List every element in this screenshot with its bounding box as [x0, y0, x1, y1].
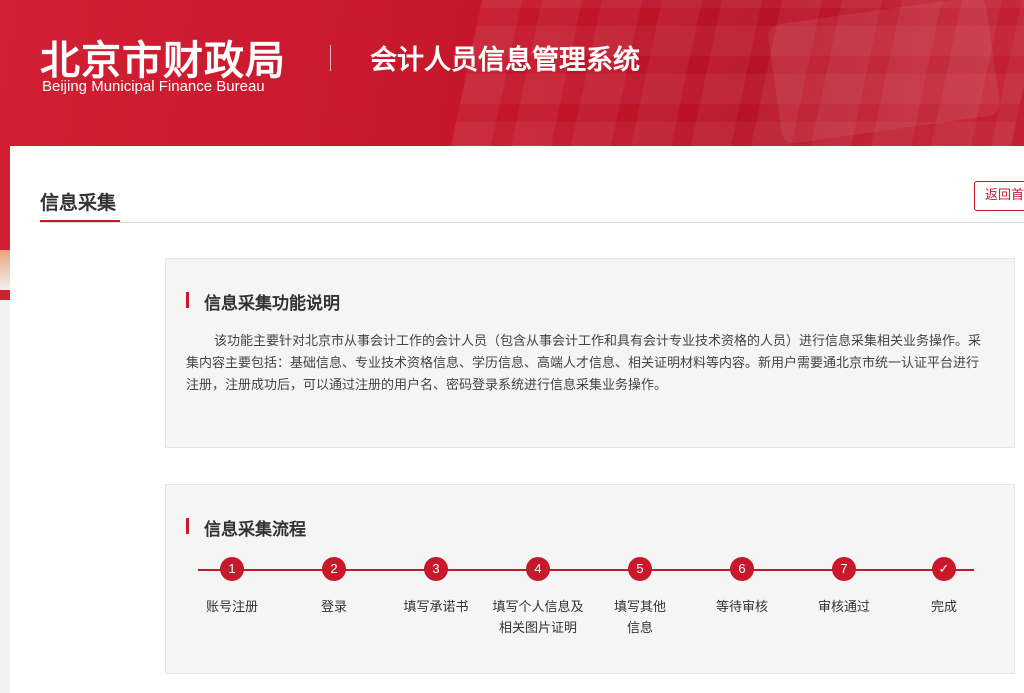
header-divider [330, 45, 331, 71]
title-divider [40, 222, 1024, 223]
checkmark-icon: ✓ [932, 557, 956, 581]
intro-card: 信息采集功能说明 该功能主要针对北京市从事会计工作的会计人员（包含从事会计工作和… [165, 258, 1015, 448]
intro-heading: 信息采集功能说明 [186, 289, 340, 314]
step-label: 完成 [930, 600, 957, 615]
page-title: 信息采集 [40, 192, 117, 214]
step-number: 7 [832, 557, 856, 581]
step-number: 6 [730, 557, 754, 581]
step-number: 5 [628, 557, 652, 581]
system-title: 会计人员信息管理系统 [370, 45, 640, 76]
main-panel: 信息采集 返回首 信息采集功能说明 该功能主要针对北京市从事会计工作的会计人员（… [10, 146, 1024, 693]
process-heading: 信息采集流程 [186, 515, 306, 540]
intro-text: 该功能主要针对北京市从事会计工作的会计人员（包含从事会计工作和具有会计专业技术资… [186, 334, 982, 393]
process-card: 信息采集流程 1 账号注册 2 登录 3 填写承诺书 4 填写个人信息及 相关图… [165, 484, 1015, 674]
step-number: 4 [526, 557, 550, 581]
step-complete: ✓ 完成 [884, 557, 1004, 618]
logo-english: Beijing Municipal Finance Bureau [42, 78, 265, 95]
step-number: 2 [322, 557, 346, 581]
step-number: 1 [220, 557, 244, 581]
step-number: 3 [424, 557, 448, 581]
back-home-button[interactable]: 返回首 [974, 181, 1024, 211]
